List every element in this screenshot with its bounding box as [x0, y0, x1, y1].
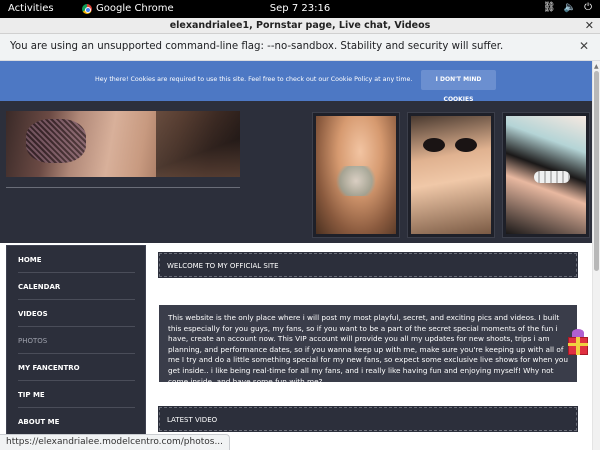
- accept-cookies-button[interactable]: I DON'T MIND COOKIES: [421, 70, 496, 103]
- cookie-banner: Hey there! Cookies are required to use t…: [0, 61, 592, 103]
- chrome-icon: [82, 3, 92, 14]
- latest-video-heading-box: LATEST VIDEO: [158, 406, 578, 432]
- nav-item-label: HOME: [18, 256, 42, 264]
- nav-item-about-me[interactable]: ABOUT ME: [18, 408, 135, 435]
- site-header: [0, 101, 592, 243]
- gift-icon[interactable]: [566, 329, 590, 357]
- nav-item-label: CALENDAR: [18, 283, 61, 291]
- power-icon: ⏻: [584, 2, 592, 13]
- volume-icon: 🔈: [563, 2, 577, 13]
- window-title-bar: elexandrialee1, Pornstar page, Live chat…: [0, 18, 600, 34]
- nav-item-label: PHOTOS: [18, 337, 48, 345]
- welcome-heading: WELCOME TO MY OFFICIAL SITE: [167, 262, 279, 270]
- header-photo[interactable]: [312, 112, 400, 238]
- status-url: https://elexandrialee.modelcentro.com/ph…: [6, 437, 224, 447]
- activities-button[interactable]: Activities: [8, 3, 54, 14]
- page-scrollbar[interactable]: ▲: [592, 61, 600, 450]
- warning-infobar: You are using an unsupported command-lin…: [0, 34, 600, 61]
- system-top-bar: Activities Google Chrome Sep 7 23:16 ⛓ 🔈…: [0, 0, 600, 18]
- window-close-icon[interactable]: ✕: [585, 18, 594, 33]
- cookie-text: Hey there! Cookies are required to use t…: [95, 76, 413, 83]
- scrollbar-thumb[interactable]: [594, 71, 599, 271]
- nav-item-tip-me[interactable]: TIP ME: [18, 381, 135, 408]
- welcome-heading-box: WELCOME TO MY OFFICIAL SITE: [158, 252, 578, 278]
- intro-text: This website is the only place where i w…: [168, 313, 568, 386]
- header-divider: [6, 187, 240, 188]
- app-name: Google Chrome: [96, 3, 174, 14]
- nav-item-label: TIP ME: [18, 391, 45, 399]
- network-icon: ⛓: [542, 2, 556, 13]
- system-tray[interactable]: ⛓ 🔈 ⏻: [543, 2, 592, 13]
- scroll-up-icon[interactable]: ▲: [594, 63, 599, 70]
- nav-item-videos[interactable]: VIDEOS: [18, 300, 135, 327]
- header-photo[interactable]: [407, 112, 495, 238]
- nav-item-my-fancentro[interactable]: MY FANCENTRO: [18, 354, 135, 381]
- infobar-close-icon[interactable]: ✕: [579, 39, 589, 53]
- infobar-message: You are using an unsupported command-lin…: [10, 41, 504, 52]
- header-banner-image[interactable]: [6, 111, 240, 177]
- sidebar-nav: HOME CALENDAR VIDEOS PHOTOS MY FANCENTRO…: [6, 245, 146, 450]
- nav-item-label: ABOUT ME: [18, 418, 60, 426]
- nav-item-label: MY FANCENTRO: [18, 364, 80, 372]
- nav-item-label: VIDEOS: [18, 310, 48, 318]
- latest-video-heading: LATEST VIDEO: [167, 416, 218, 424]
- window-title: elexandrialee1, Pornstar page, Live chat…: [169, 20, 431, 31]
- link-status-bubble: https://elexandrialee.modelcentro.com/ph…: [0, 434, 231, 450]
- page-viewport: Hey there! Cookies are required to use t…: [0, 61, 592, 450]
- header-photo[interactable]: [502, 112, 590, 238]
- nav-item-photos[interactable]: PHOTOS: [18, 327, 135, 354]
- app-menu[interactable]: Google Chrome: [82, 3, 174, 14]
- nav-item-home[interactable]: HOME: [18, 246, 135, 273]
- nav-item-calendar[interactable]: CALENDAR: [18, 273, 135, 300]
- intro-text-box: This website is the only place where i w…: [159, 305, 577, 386]
